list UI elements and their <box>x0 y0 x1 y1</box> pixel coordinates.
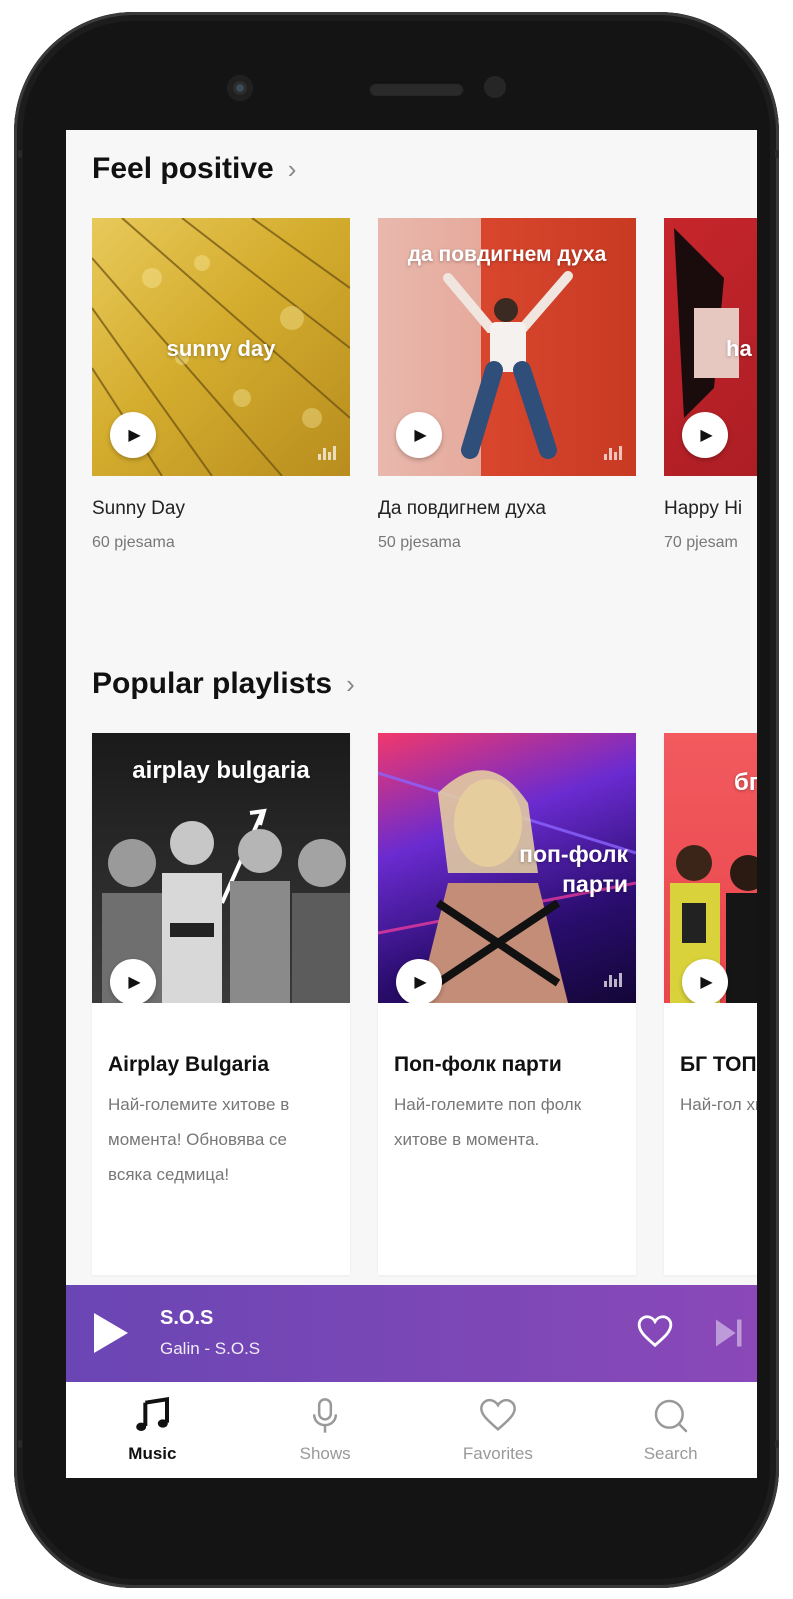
tab-label-favorites: Favorites <box>462 1444 533 1463</box>
card-subtitle: 50 pjesama <box>378 534 461 551</box>
music-note-icon <box>136 1397 170 1431</box>
play-button[interactable]: ▶ <box>110 959 156 1003</box>
bottom-tab-bar: Music Shows Favorites Search <box>66 1382 757 1478</box>
card-title: Sunny Day <box>92 498 185 519</box>
tab-label-shows: Shows <box>299 1444 351 1463</box>
card-subtitle: 70 pjesam <box>664 534 738 551</box>
playlist-description: Най-големите хитове в момента! Обновява … <box>108 1095 290 1184</box>
playlist-cover: airplay bulgaria ▶ <box>92 733 350 1003</box>
playlist-cover: да повдигнем духа ▶ <box>378 218 636 476</box>
skip-next-icon[interactable] <box>710 1315 746 1356</box>
playlist-cover: ha ▶ <box>664 218 757 476</box>
playlist-description: Най-гол хитове <box>680 1095 757 1114</box>
front-camera <box>227 75 253 101</box>
tab-label-music: Music <box>128 1444 177 1463</box>
playlist-card[interactable]: да повдигнем духа ▶ Да повдигнем духа 50… <box>378 218 636 552</box>
phone-side-mark <box>775 150 779 158</box>
chevron-right-icon: › <box>287 153 297 184</box>
playlist-cover: поп-фолк парти ▶ <box>378 733 636 1003</box>
play-icon: ▶ <box>414 974 427 991</box>
play-icon: ▶ <box>128 427 141 444</box>
earpiece-speaker <box>369 82 464 96</box>
play-icon: ▶ <box>128 974 141 991</box>
equalizer-icon <box>604 973 622 987</box>
phone-frame: Feel positive › sunny day ▶ Sunny Day 60… <box>14 12 779 1588</box>
cover-title: да повдигнем духа <box>407 243 607 266</box>
cover-title: ha <box>726 336 752 361</box>
playlist-card[interactable]: ha ▶ Happy Hi 70 pjesam <box>664 218 757 552</box>
equalizer-icon <box>604 446 622 460</box>
play-button[interactable]: ▶ <box>396 959 442 1003</box>
play-icon: ▶ <box>700 427 713 444</box>
player-track-title: S.O.S <box>160 1307 214 1329</box>
tab-music[interactable]: Music <box>66 1382 239 1478</box>
section-title-feel-positive: Feel positive <box>92 152 274 185</box>
search-icon <box>654 1399 687 1433</box>
playlist-cover: бг ▶ <box>664 733 757 1003</box>
now-playing-bar[interactable]: S.O.S Galin - S.O.S <box>66 1285 757 1382</box>
playlist-cover: sunny day ▶ <box>92 218 350 476</box>
playlist-card[interactable]: бг ▶ БГ ТОП Най-гол хитове <box>664 733 757 1275</box>
playlist-title: Airplay Bulgaria <box>108 1053 270 1076</box>
equalizer-icon <box>318 446 336 460</box>
player-track-artist: Galin - S.O.S <box>160 1339 261 1358</box>
phone-side-mark <box>18 1440 22 1448</box>
tab-shows[interactable]: Shows <box>239 1382 412 1478</box>
popular-playlists-row: airplay bulgaria ▶ Airplay Bulgaria Най-… <box>92 733 757 1275</box>
play-button[interactable]: ▶ <box>396 412 442 458</box>
tab-favorites[interactable]: Favorites <box>412 1382 585 1478</box>
proximity-sensor <box>484 76 506 98</box>
play-button[interactable]: ▶ <box>682 412 728 458</box>
heart-icon <box>479 1398 516 1431</box>
feel-positive-row: sunny day ▶ Sunny Day 60 pjesama да повд… <box>92 218 757 552</box>
playlist-card[interactable]: поп-фолк парти ▶ Поп-фолк парти Най-голе… <box>378 733 636 1275</box>
cover-title: airplay bulgaria <box>132 757 310 784</box>
section-header-popular-playlists[interactable]: Popular playlists › <box>92 667 355 701</box>
card-title: Happy Hi <box>664 498 743 519</box>
play-button[interactable]: ▶ <box>110 412 156 458</box>
section-title-popular-playlists: Popular playlists <box>92 667 333 700</box>
playlist-title: БГ ТОП <box>680 1053 757 1076</box>
playlist-description: Най-големите поп фолк хитове в момента. <box>394 1095 582 1149</box>
play-icon: ▶ <box>700 974 713 991</box>
cover-title: бг <box>734 769 757 796</box>
playlist-title: Поп-фолк парти <box>394 1053 562 1076</box>
play-button[interactable]: ▶ <box>682 959 728 1003</box>
cover-title: поп-фолк парти <box>519 841 628 897</box>
chevron-right-icon: › <box>346 668 355 699</box>
player-play-icon[interactable] <box>94 1313 128 1353</box>
microphone-icon <box>313 1398 338 1433</box>
phone-side-mark <box>18 150 22 158</box>
cover-title: sunny day <box>166 336 276 361</box>
tab-search[interactable]: Search <box>584 1382 757 1478</box>
playlist-card[interactable]: airplay bulgaria ▶ Airplay Bulgaria Най-… <box>92 733 350 1275</box>
playlist-card[interactable]: sunny day ▶ Sunny Day 60 pjesama <box>92 218 350 552</box>
app-screen: Feel positive › sunny day ▶ Sunny Day 60… <box>66 130 757 1478</box>
play-icon: ▶ <box>414 427 427 444</box>
favorite-heart-icon[interactable] <box>636 1313 674 1354</box>
card-subtitle: 60 pjesama <box>92 534 175 551</box>
card-title: Да повдигнем духа <box>378 498 546 519</box>
tab-label-search: Search <box>643 1444 698 1463</box>
section-header-feel-positive[interactable]: Feel positive › <box>92 152 296 186</box>
phone-side-mark <box>775 1440 779 1448</box>
